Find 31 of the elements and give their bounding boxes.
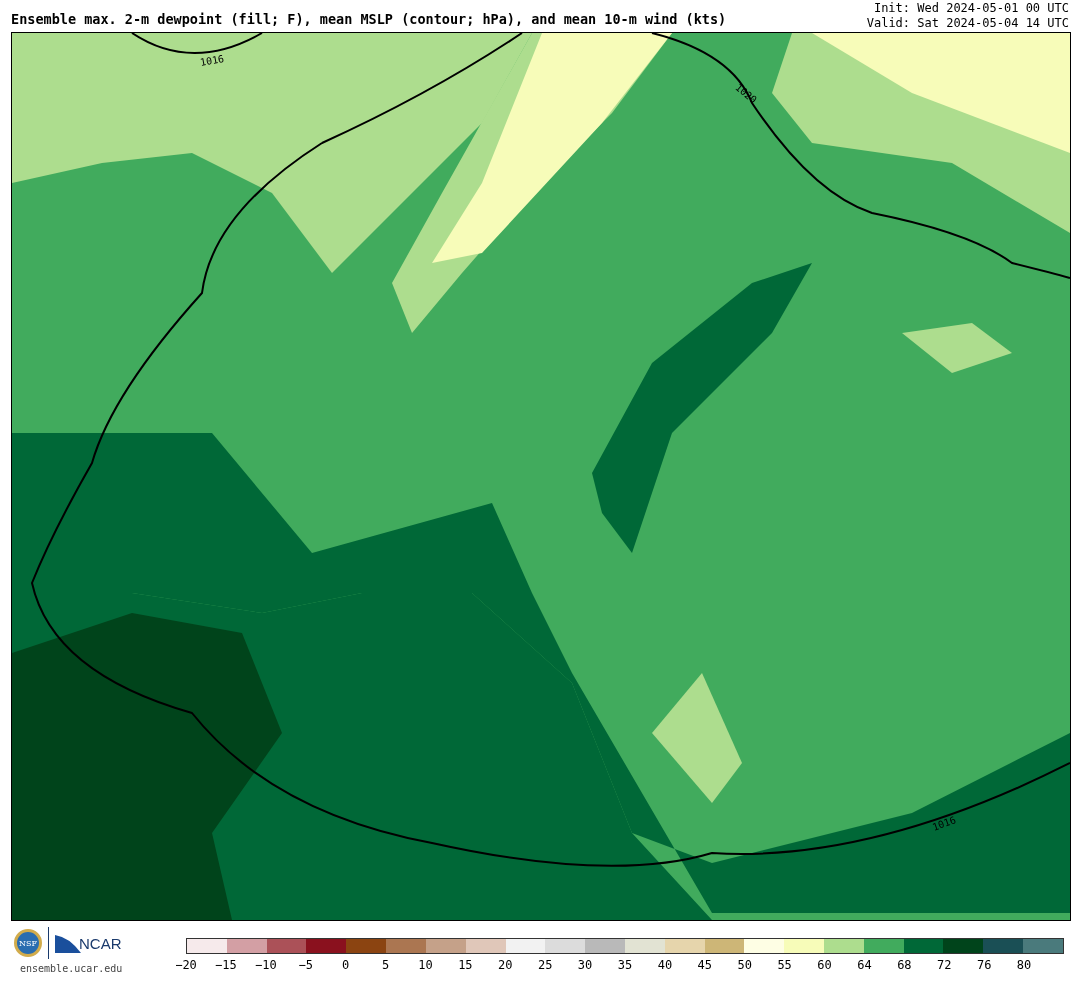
colorbar-tick-label: 76 xyxy=(976,958,992,972)
colorbar-tick-label: −10 xyxy=(254,958,277,972)
colorbar-tick-label: 50 xyxy=(737,958,752,972)
colorbar-tick-label: 30 xyxy=(577,958,593,972)
colorbar-tick-label: 35 xyxy=(617,958,633,972)
colorbar-tick-label: −20 xyxy=(175,958,197,972)
colorbar-tick-label: 0 xyxy=(342,958,350,972)
colorbar-tick-label: 60 xyxy=(817,958,832,972)
colorbar-tick-label: 5 xyxy=(381,958,390,972)
colorbar-tick-label: 64 xyxy=(857,958,872,972)
contour-label: 1016 xyxy=(199,53,225,68)
colorbar-tick-label: 72 xyxy=(937,958,952,972)
colorbar-tick-label: 20 xyxy=(498,958,513,972)
colorbar-tick-label: 10 xyxy=(418,958,433,972)
ncar-logo: NCAR xyxy=(79,934,122,952)
colorbar-tick-label: −5 xyxy=(298,958,313,972)
chart-title: Ensemble max. 2-m dewpoint (fill; F), mean MSLP (contour; hPa), and mean 10-m wind (kts) xyxy=(11,11,727,27)
nsf-logo: NSF xyxy=(14,929,42,957)
colorbar-tick-label: −15 xyxy=(215,958,237,972)
colorbar-tick-label: 55 xyxy=(777,958,792,972)
ncar-logo-icon xyxy=(55,933,81,953)
init-time: Init: Wed 2024-05-01 00 UTC xyxy=(872,1,1069,16)
valid-time: Valid: Sat 2024-05-04 14 UTC xyxy=(866,16,1069,31)
contour-label: 1016 xyxy=(930,814,958,833)
colorbar-tick-label: 45 xyxy=(697,958,713,972)
colorbar-tick-label: 40 xyxy=(657,958,673,972)
site-url: ensemble.ucar.edu xyxy=(20,963,123,974)
colorbar-tick-label: 15 xyxy=(458,958,473,972)
colorbar-tick-label: 68 xyxy=(897,958,912,972)
colorbar-tick-label: 25 xyxy=(537,958,553,972)
colorbar-tick-label: 80 xyxy=(1016,958,1032,972)
